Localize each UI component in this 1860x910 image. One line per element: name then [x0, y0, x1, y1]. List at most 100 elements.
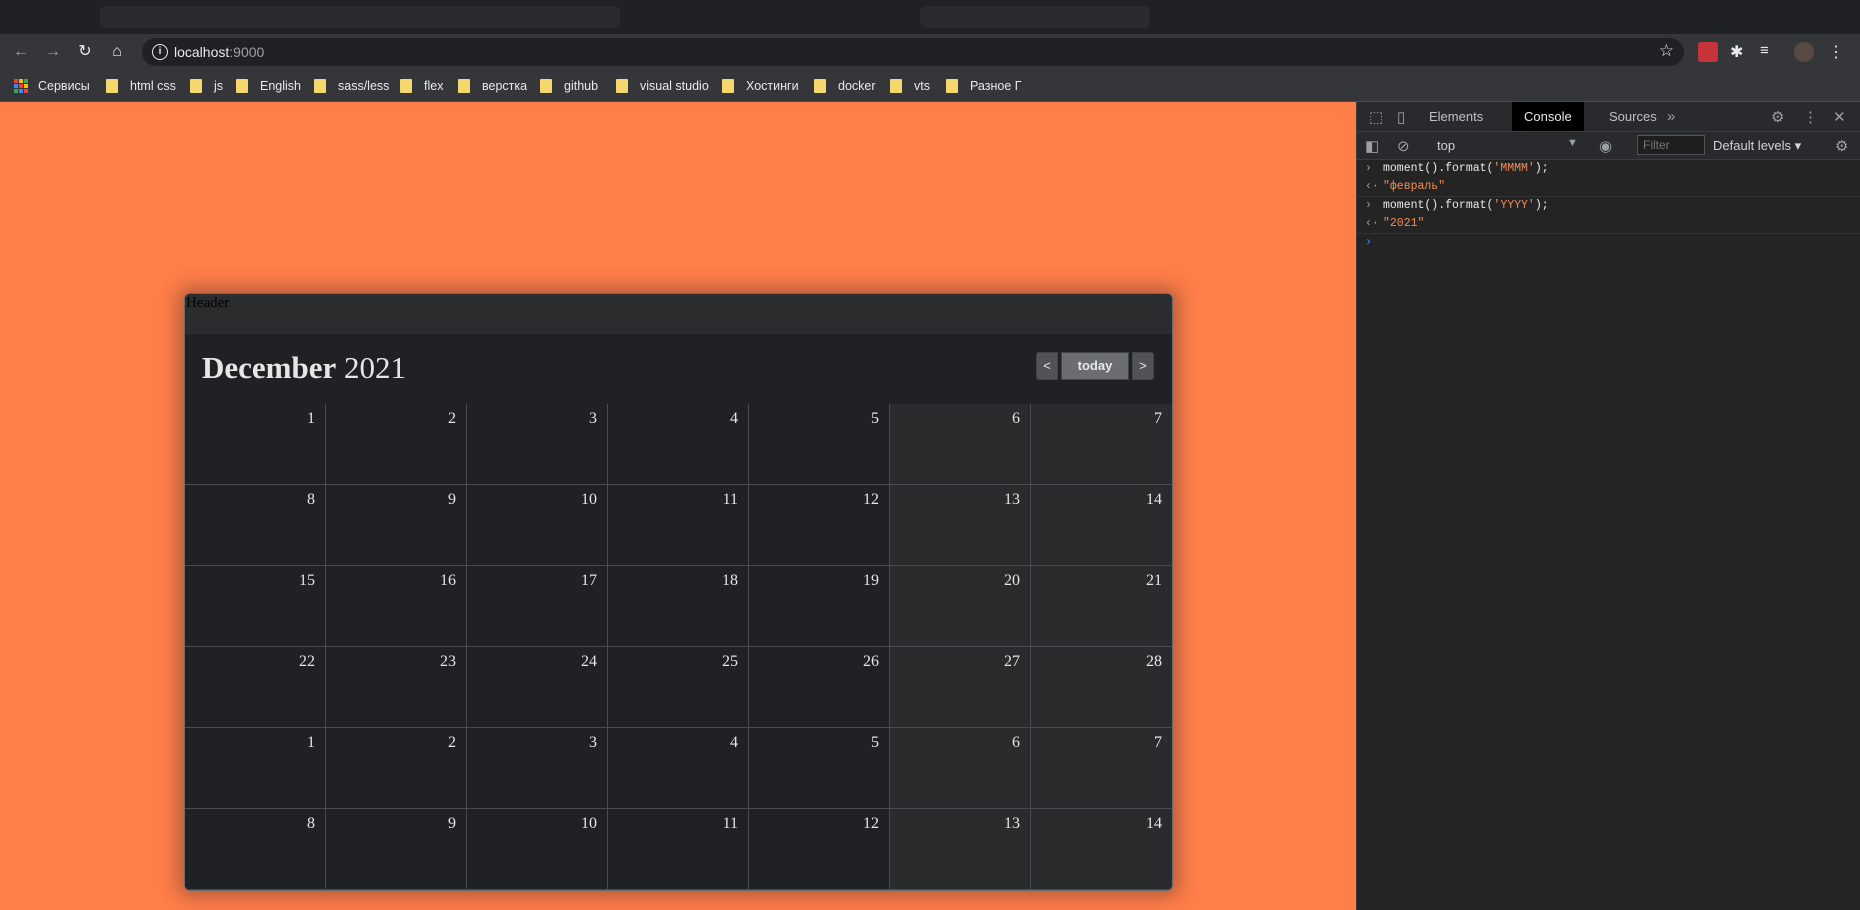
tab-console[interactable]: Console: [1512, 102, 1584, 131]
url-text[interactable]: localhost:9000: [174, 44, 264, 60]
console-input-line[interactable]: › moment().format('MMMM');: [1357, 160, 1860, 178]
browser-tab[interactable]: [920, 6, 1150, 28]
kebab-menu-icon[interactable]: ⋮: [1803, 108, 1818, 126]
tab-sources[interactable]: Sources: [1597, 102, 1669, 131]
day-number: 24: [581, 653, 597, 670]
calendar-day-cell[interactable]: 11: [608, 485, 749, 566]
site-info-icon[interactable]: i: [152, 44, 168, 60]
calendar-day-cell[interactable]: 2: [326, 728, 467, 809]
calendar-day-cell[interactable]: 17: [467, 566, 608, 647]
bookmark-folder[interactable]: Хостинги: [722, 77, 799, 95]
inspect-element-icon[interactable]: ⬚: [1369, 108, 1383, 126]
calendar-day-cell[interactable]: 2: [326, 404, 467, 485]
calendar-day-cell[interactable]: 1: [185, 404, 326, 485]
calendar-day-cell[interactable]: 6: [890, 404, 1031, 485]
bookmark-folder[interactable]: docker: [814, 77, 876, 95]
forward-arrow-icon[interactable]: →: [42, 41, 64, 63]
calendar-day-cell[interactable]: 22: [185, 647, 326, 728]
console-code: );: [1534, 162, 1549, 175]
calendar-day-cell[interactable]: 24: [467, 647, 608, 728]
browser-tab[interactable]: [100, 6, 620, 28]
calendar-day-cell[interactable]: 5: [749, 404, 890, 485]
calendar-day-cell[interactable]: 11: [608, 809, 749, 890]
calendar-day-cell[interactable]: 3: [467, 728, 608, 809]
close-icon[interactable]: ✕: [1833, 108, 1846, 126]
calendar-day-cell[interactable]: 21: [1031, 566, 1172, 647]
chevron-down-icon[interactable]: ▼: [1567, 137, 1578, 149]
calendar-day-cell[interactable]: 5: [749, 728, 890, 809]
calendar-day-cell[interactable]: 9: [326, 485, 467, 566]
calendar-day-cell[interactable]: 12: [749, 485, 890, 566]
bookmark-folder[interactable]: html css: [106, 77, 176, 95]
live-expression-eye-icon[interactable]: ◉: [1599, 137, 1612, 155]
reload-icon[interactable]: ↻: [74, 41, 96, 63]
calendar-day-cell[interactable]: 14: [1031, 809, 1172, 890]
context-selector[interactable]: top: [1437, 138, 1455, 153]
bookmark-folder[interactable]: Разное Г: [946, 77, 1022, 95]
calendar-day-cell[interactable]: 10: [467, 485, 608, 566]
bookmark-folder[interactable]: верстка: [458, 77, 527, 95]
calendar-day-cell[interactable]: 13: [890, 809, 1031, 890]
calendar-day-cell[interactable]: 7: [1031, 404, 1172, 485]
calendar-day-cell[interactable]: 20: [890, 566, 1031, 647]
puzzle-extensions-icon[interactable]: ✱: [1730, 42, 1750, 62]
kebab-menu-icon[interactable]: ⋮: [1826, 42, 1846, 62]
bookmark-folder[interactable]: English: [236, 77, 301, 95]
tab-elements[interactable]: Elements: [1417, 102, 1495, 131]
clear-console-icon[interactable]: ⊘: [1397, 137, 1410, 155]
gear-icon[interactable]: ⚙: [1771, 108, 1784, 126]
calendar-day-cell[interactable]: 4: [608, 404, 749, 485]
sidebar-toggle-icon[interactable]: ◧: [1365, 137, 1379, 155]
calendar-day-cell[interactable]: 6: [890, 728, 1031, 809]
calendar-day-cell[interactable]: 8: [185, 485, 326, 566]
calendar-day-cell[interactable]: 1: [185, 728, 326, 809]
folder-icon: [458, 79, 470, 93]
address-bar[interactable]: i localhost:9000 ☆: [142, 38, 1684, 66]
calendar-day-cell[interactable]: 15: [185, 566, 326, 647]
calendar-day-cell[interactable]: 23: [326, 647, 467, 728]
calendar-day-cell[interactable]: 25: [608, 647, 749, 728]
calendar-day-cell[interactable]: 19: [749, 566, 890, 647]
console-result-line[interactable]: ‹· "февраль": [1357, 178, 1860, 197]
console-result-line[interactable]: ‹· "2021": [1357, 215, 1860, 234]
avatar[interactable]: [1794, 42, 1814, 62]
console-prompt[interactable]: ›: [1357, 234, 1860, 252]
calendar-day-cell[interactable]: 8: [185, 809, 326, 890]
prev-month-button[interactable]: <: [1036, 352, 1058, 380]
calendar-day-cell[interactable]: 10: [467, 809, 608, 890]
console-input-line[interactable]: › moment().format('YYYY');: [1357, 197, 1860, 215]
bookmark-folder[interactable]: sass/less: [314, 77, 389, 95]
log-levels-dropdown[interactable]: Default levels ▾: [1713, 138, 1801, 154]
today-button[interactable]: today: [1061, 352, 1129, 380]
console-settings-gear-icon[interactable]: ⚙: [1835, 137, 1848, 155]
bookmark-folder[interactable]: flex: [400, 77, 443, 95]
calendar-day-cell[interactable]: 18: [608, 566, 749, 647]
bookmark-folder[interactable]: js: [190, 77, 223, 95]
calendar-day-cell[interactable]: 9: [326, 809, 467, 890]
calendar-day-cell[interactable]: 16: [326, 566, 467, 647]
home-icon[interactable]: ⌂: [106, 41, 128, 63]
bookmark-star-icon[interactable]: ☆: [1659, 41, 1674, 61]
calendar-day-cell[interactable]: 4: [608, 728, 749, 809]
media-queue-icon[interactable]: ≡: [1760, 42, 1780, 62]
calendar-day-cell[interactable]: 26: [749, 647, 890, 728]
bookmark-apps[interactable]: Сервисы: [14, 77, 90, 95]
bookmark-folder[interactable]: visual studio: [616, 77, 709, 95]
calendar-day-cell[interactable]: 27: [890, 647, 1031, 728]
calendar-day-cell[interactable]: 13: [890, 485, 1031, 566]
calendar-day-cell[interactable]: 14: [1031, 485, 1172, 566]
calendar-day-cell[interactable]: 7: [1031, 728, 1172, 809]
folder-icon: [106, 79, 118, 93]
extension-icon[interactable]: [1698, 42, 1718, 62]
more-tabs-icon[interactable]: »: [1667, 108, 1675, 125]
back-arrow-icon[interactable]: ←: [10, 41, 32, 63]
bookmark-folder[interactable]: github: [540, 77, 598, 95]
console-filter-input[interactable]: Filter: [1637, 135, 1705, 155]
device-toolbar-icon[interactable]: ▯: [1397, 108, 1405, 126]
calendar-day-cell[interactable]: 12: [749, 809, 890, 890]
console-code: moment().format(: [1383, 199, 1494, 212]
calendar-day-cell[interactable]: 28: [1031, 647, 1172, 728]
bookmark-folder[interactable]: vts: [890, 77, 930, 95]
calendar-day-cell[interactable]: 3: [467, 404, 608, 485]
next-month-button[interactable]: >: [1132, 352, 1154, 380]
